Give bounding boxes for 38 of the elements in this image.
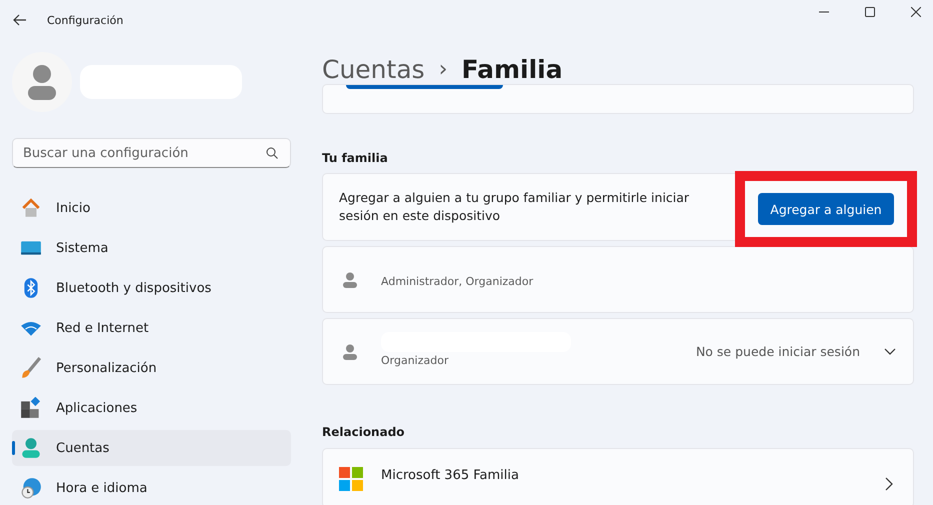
window-title: Configuración <box>47 14 124 26</box>
person-icon <box>20 437 42 459</box>
member-role: Organizador <box>381 354 450 367</box>
selection-indicator <box>12 441 15 455</box>
member-status: No se puede iniciar sesión <box>696 344 860 359</box>
breadcrumb-link[interactable]: Cuentas <box>322 55 425 84</box>
close-icon[interactable] <box>911 7 921 17</box>
four-squares-logo-icon <box>339 467 363 491</box>
page-title: Familia <box>462 55 563 84</box>
nav-item[interactable]: Aplicaciones <box>12 390 291 426</box>
nav-item[interactable]: Inicio <box>12 190 291 226</box>
back-arrow-icon[interactable] <box>13 14 27 26</box>
nav-item[interactable]: Personalización <box>12 350 291 386</box>
section-heading: Relacionado <box>322 425 406 439</box>
chevron-right-icon <box>885 477 893 491</box>
person-icon <box>343 344 357 360</box>
related-link-card[interactable]: Microsoft 365 Familia <box>322 448 914 505</box>
paintbrush-icon <box>20 357 42 379</box>
nav-item[interactable]: Hora e idioma <box>12 470 291 505</box>
apps-icon <box>20 397 42 419</box>
nav-item[interactable]: Cuentas <box>12 430 291 466</box>
globe-clock-icon <box>20 477 42 499</box>
section-heading: Tu familia <box>322 151 389 165</box>
nav-item[interactable]: Sistema <box>12 230 291 266</box>
add-member-button[interactable]: Agregar a alguien <box>758 193 894 225</box>
search-field[interactable]: Buscar una configuración <box>12 138 291 168</box>
member-role: Administrador, Organizador <box>381 275 534 288</box>
related-title: Microsoft 365 Familia <box>381 468 520 483</box>
member-card[interactable]: Administrador, Organizador <box>322 246 914 313</box>
chevron-down-icon[interactable] <box>884 348 896 356</box>
maximize-icon[interactable] <box>865 7 875 17</box>
nav-item[interactable]: Bluetooth y dispositivos <box>12 270 291 306</box>
house-icon <box>20 197 42 219</box>
person-icon <box>343 272 357 288</box>
description-text: Agregar a alguien a tu grupo familiar y permitirle iniciar sesión en este dispositivo <box>339 189 690 225</box>
search-icon[interactable] <box>266 147 278 159</box>
breadcrumb-separator: › <box>438 57 448 82</box>
nav-item[interactable]: Red e Internet <box>12 310 291 346</box>
